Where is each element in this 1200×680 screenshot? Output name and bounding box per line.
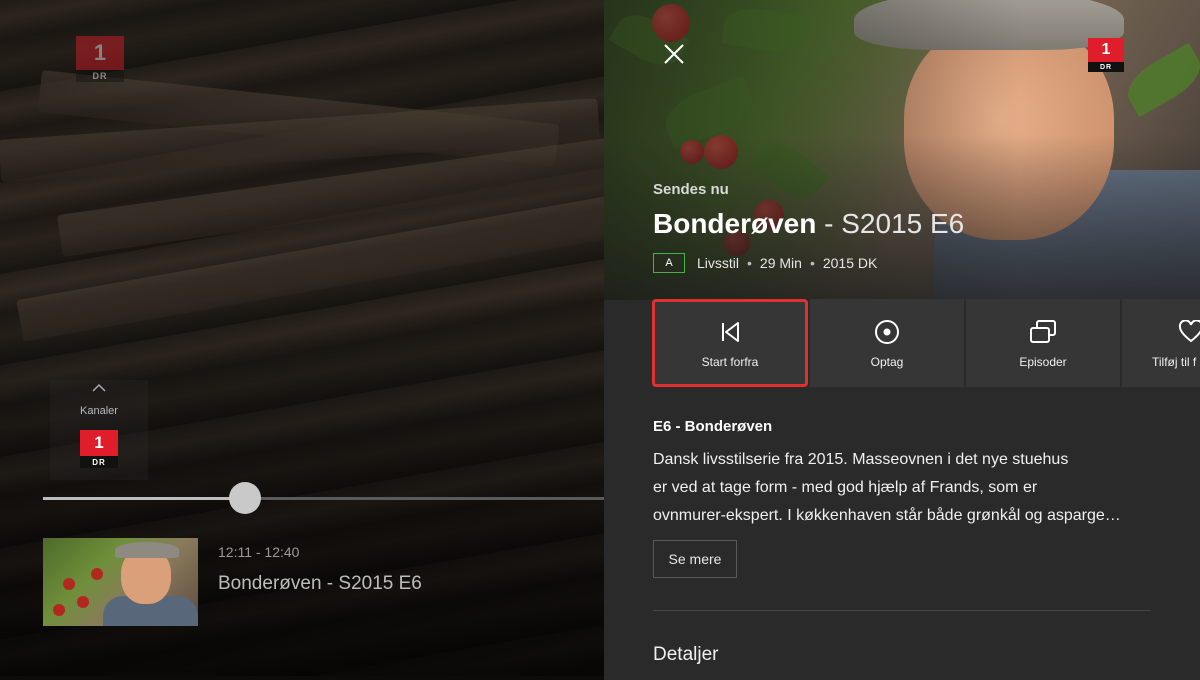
title-episode: - S2015 E6: [816, 208, 965, 239]
add-to-favorites-button[interactable]: Tilføj til f: [1122, 299, 1200, 387]
record-button[interactable]: Optag: [810, 299, 964, 387]
episodes-button[interactable]: Episoder: [966, 299, 1120, 387]
age-rating-badge: A: [653, 253, 685, 273]
action-label: Optag: [870, 355, 904, 369]
channels-label: Kanaler: [80, 405, 118, 417]
episodes-icon: [1028, 317, 1058, 347]
program-thumbnail: [43, 538, 198, 626]
channel-watermark-logo: 1 DR: [76, 36, 124, 82]
logo-brand: DR: [80, 456, 118, 468]
program-title: Bonderøven - S2015 E6: [653, 208, 964, 240]
program-title: Bonderøven - S2015 E6: [218, 573, 422, 594]
channel-logo: 1 DR: [1088, 38, 1124, 72]
restart-icon: [715, 317, 745, 347]
close-icon: [664, 44, 684, 64]
title-main: Bonderøven: [653, 208, 817, 239]
separator-dot: •: [747, 255, 752, 271]
playback-progress-bar[interactable]: [43, 482, 604, 514]
separator-dot: •: [809, 255, 815, 271]
action-label: Start forfra: [701, 355, 759, 369]
duration: 29 Min: [759, 255, 802, 271]
episode-title: E6 - Bonderøven: [653, 418, 773, 435]
logo-brand: DR: [76, 70, 124, 82]
close-button[interactable]: [652, 34, 696, 74]
bottom-edge: [0, 676, 604, 680]
heart-icon: [1176, 317, 1200, 347]
genre: Livsstil: [697, 255, 740, 271]
logo-number: 1: [76, 36, 124, 70]
program-time: 12:11 - 12:40: [218, 544, 300, 560]
action-label: Tilføj til f: [1152, 355, 1197, 369]
broadcast-status: Sendes nu: [653, 181, 729, 198]
program-detail-panel: 1 DR Sendes nu Bonderøven - S2015 E6 A L…: [604, 0, 1200, 680]
see-more-button[interactable]: Se mere: [653, 540, 737, 578]
section-divider: [653, 610, 1151, 611]
progress-scrubber-handle[interactable]: [228, 482, 261, 514]
description-line: Dansk livsstilserie fra 2015. Masseovnen…: [653, 451, 1069, 468]
logo-number: 1: [1088, 38, 1124, 62]
progress-fill: [43, 497, 245, 500]
description-line: ovnmurer-ekspert. I køkkenhaven står båd…: [653, 507, 1121, 524]
description-line: er ved at tage form - med god hjælp af F…: [653, 479, 1038, 496]
start-over-button[interactable]: Start forfra: [652, 299, 808, 387]
details-heading: Detaljer: [653, 644, 719, 665]
logo-number: 1: [80, 430, 118, 456]
current-channel-logo[interactable]: 1 DR: [80, 430, 118, 468]
episode-description: Dansk livsstilserie fra 2015. Masseovnen…: [653, 446, 1163, 530]
logo-brand: DR: [1088, 62, 1124, 72]
program-meta: A Livsstil • 29 Min • 2015 DK: [653, 253, 877, 273]
chevron-up-icon: [50, 380, 148, 396]
record-icon: [872, 317, 902, 347]
live-tv-background: 1 DR Kanaler 1 DR 12:11 - 12:40 Bonderøv…: [0, 0, 604, 680]
action-bar: Start forfra Optag Episoder Tilføj til f: [652, 299, 1200, 389]
year-country: 2015 DK: [822, 255, 878, 271]
action-label: Episoder: [1019, 355, 1067, 369]
